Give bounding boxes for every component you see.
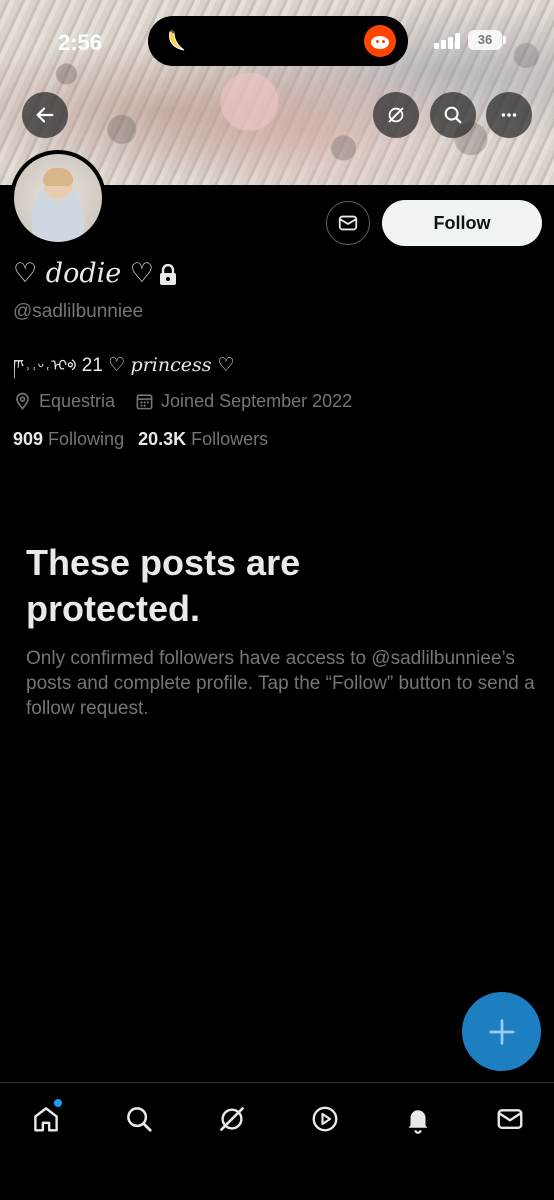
notifications-icon — [408, 1110, 428, 1134]
profile-meta: Equestria Joined September 2022 — [13, 389, 372, 413]
location: Equestria — [13, 391, 115, 412]
follow-stats: 909 Following 20.3K Followers — [13, 429, 282, 450]
following-link[interactable]: 909 Following — [13, 429, 124, 450]
username-handle: @sadlilbunniee — [13, 301, 144, 322]
grok-icon — [388, 107, 404, 123]
mail-icon — [338, 215, 358, 231]
nav-video[interactable] — [305, 1099, 345, 1139]
back-button[interactable] — [22, 92, 68, 138]
home-icon — [34, 1107, 58, 1132]
follow-button[interactable]: Follow — [382, 200, 542, 246]
search-icon — [127, 1107, 152, 1132]
location-text: Equestria — [39, 390, 116, 411]
compose-button[interactable] — [462, 992, 541, 1071]
status-time: 2:56 — [58, 30, 103, 55]
banana-icon — [162, 26, 192, 56]
back-arrow-icon — [36, 107, 54, 123]
notification-dot — [54, 1099, 62, 1107]
more-icon — [501, 113, 517, 117]
following-label: Following — [48, 429, 125, 449]
join-date-text: Joined September 2022 — [161, 390, 353, 411]
display-name: ♡ dodie ♡ — [13, 258, 155, 289]
battery-icon: 36 — [468, 30, 506, 50]
lock-icon — [160, 264, 176, 285]
bio: ཫ˒˓ᵕ˓ᢈᢀ 21 ♡ princess ♡ — [13, 348, 235, 393]
dynamic-island — [148, 16, 408, 66]
calendar-icon — [136, 393, 153, 409]
video-icon — [312, 1106, 338, 1132]
nav-grok[interactable] — [212, 1099, 252, 1139]
nav-notifications[interactable] — [398, 1099, 438, 1139]
following-count: 909 — [13, 429, 44, 449]
followers-link[interactable]: 20.3K Followers — [138, 429, 268, 450]
bio-text: 21 ♡ — [76, 355, 131, 376]
bio-symbols: ཫ˒˓ᵕ˓ᢈᢀ — [13, 358, 77, 375]
nav-messages[interactable] — [490, 1099, 530, 1139]
followers-label: Followers — [191, 429, 269, 449]
bio-italic-text: princess ♡ — [130, 354, 235, 376]
avatar[interactable] — [10, 150, 106, 246]
location-pin-icon — [16, 392, 29, 410]
reddit-icon — [364, 25, 396, 57]
protected-title: These posts are protected. — [26, 542, 301, 629]
signal-icon — [434, 33, 462, 49]
join-date: Joined September 2022 — [135, 391, 352, 412]
avatar-image — [14, 154, 102, 242]
search-button[interactable] — [430, 92, 476, 138]
nav-search[interactable] — [119, 1099, 159, 1139]
followers-count: 20.3K — [138, 429, 187, 449]
grok-icon — [220, 1107, 244, 1131]
bottom-navigation — [0, 1082, 554, 1200]
search-icon — [444, 106, 462, 124]
message-button[interactable] — [326, 201, 370, 245]
messages-icon — [497, 1109, 523, 1129]
grok-button[interactable] — [373, 92, 419, 138]
protected-description: Only confirmed followers have access to … — [26, 648, 535, 719]
plus-icon — [488, 1018, 515, 1045]
nav-home[interactable] — [26, 1099, 66, 1139]
more-button[interactable] — [486, 92, 532, 138]
